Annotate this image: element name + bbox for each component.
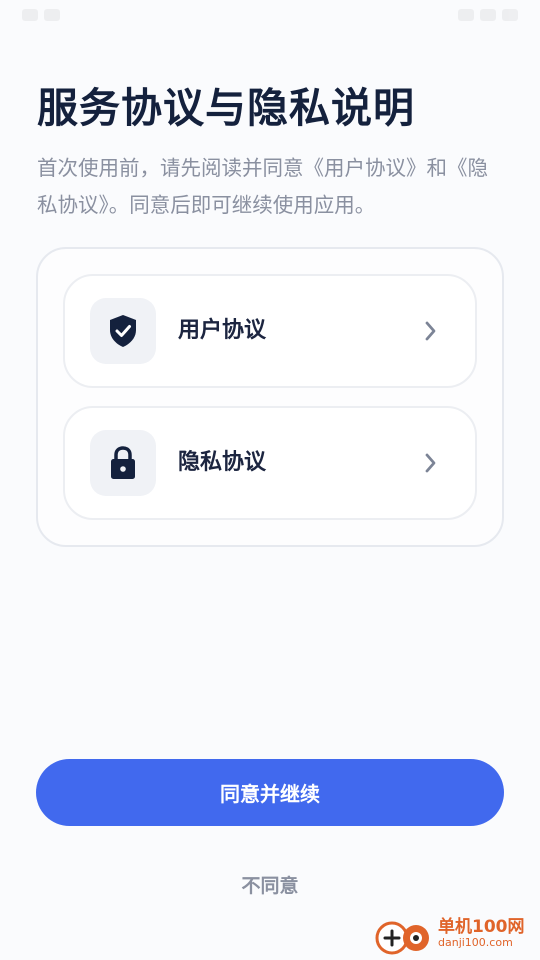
icon-container [90, 298, 156, 364]
intro-text: 首次使用前，请先阅读并同意《用户协议》和《隐私协议》。同意后即可继续使用应用。 [37, 156, 488, 217]
status-bar [0, 0, 540, 30]
signal-icon [480, 9, 496, 21]
user-agreement-label: 用户协议 [178, 318, 267, 343]
status-icon [22, 9, 38, 21]
agree-continue-button[interactable]: 同意并继续 [36, 759, 504, 826]
agreement-screen: 服务协议与隐私说明 首次使用前，请先阅读并同意《用户协议》和《隐私协议》。同意后… [0, 0, 540, 960]
disagree-button[interactable]: 不同意 [170, 866, 370, 902]
chevron-right-icon [425, 321, 436, 341]
chevron-right-icon [425, 453, 436, 473]
shield-check-icon [110, 315, 136, 347]
wifi-icon [458, 9, 474, 21]
watermark-name: 单机100网 [438, 917, 525, 937]
lock-icon [111, 446, 135, 479]
watermark-url: danji100.com [438, 936, 513, 949]
watermark: 单机100网 danji100.com [374, 908, 534, 958]
icon-container [90, 430, 156, 496]
watermark-logo-icon [375, 921, 429, 955]
battery-icon [502, 9, 518, 21]
privacy-agreement-label: 隐私协议 [178, 450, 267, 475]
page-title: 服务协议与隐私说明 [37, 84, 415, 132]
status-icon [44, 9, 60, 21]
privacy-agreement-item[interactable]: 隐私协议 [63, 406, 477, 520]
user-agreement-item[interactable]: 用户协议 [63, 274, 477, 388]
